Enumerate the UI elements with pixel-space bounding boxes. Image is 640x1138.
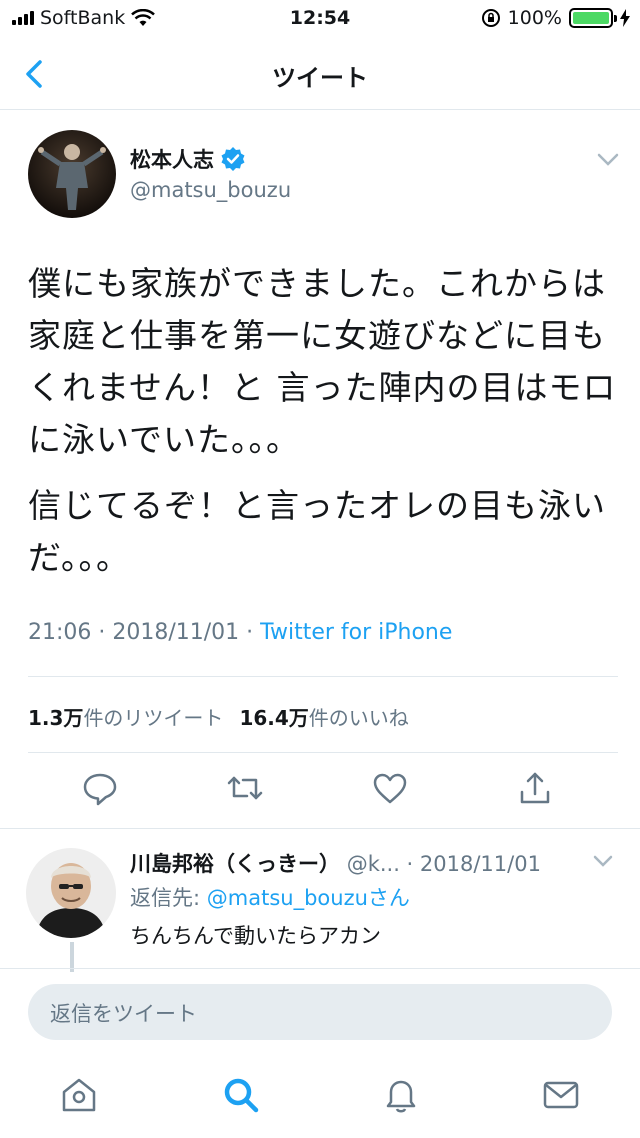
charging-bolt-icon bbox=[620, 9, 630, 27]
like-label: 件のいいね bbox=[308, 706, 409, 730]
messages-icon bbox=[543, 1081, 579, 1109]
reply-icon bbox=[83, 773, 117, 806]
author-name-row: 松本人志 bbox=[130, 144, 246, 174]
battery-percent: 100% bbox=[507, 7, 562, 29]
retweet-count: 1.3万 bbox=[28, 706, 84, 730]
retweet-button[interactable] bbox=[225, 768, 265, 808]
notifications-icon bbox=[386, 1080, 416, 1113]
tweet-actions bbox=[0, 768, 640, 816]
like-button[interactable] bbox=[370, 768, 410, 808]
divider bbox=[28, 752, 618, 753]
retweet-stat[interactable]: 1.3万件のリツイート bbox=[28, 702, 223, 731]
reply-avatar[interactable] bbox=[26, 848, 116, 938]
section-divider bbox=[0, 828, 640, 829]
retweet-icon bbox=[227, 776, 263, 800]
like-stat[interactable]: 16.4万件のいいね bbox=[239, 702, 408, 731]
reply-button[interactable] bbox=[80, 768, 120, 808]
reply-to-line: 返信先: @matsu_bouzuさん bbox=[130, 882, 410, 912]
tweet-header: 松本人志 @matsu_bouzu bbox=[28, 130, 620, 220]
heart-icon bbox=[373, 773, 407, 804]
battery-icon bbox=[569, 8, 617, 28]
battery-fill bbox=[573, 12, 609, 24]
reply-header: 川島邦裕（くっきー） @k... · 2018/11/01 bbox=[130, 848, 580, 878]
status-right: 100% bbox=[481, 7, 630, 29]
tab-notifications[interactable] bbox=[380, 1074, 422, 1116]
share-icon bbox=[520, 772, 550, 804]
chevron-down-icon[interactable] bbox=[596, 152, 620, 168]
like-count: 16.4万 bbox=[239, 706, 309, 730]
author-handle[interactable]: @matsu_bouzu bbox=[130, 178, 291, 202]
divider bbox=[0, 968, 640, 969]
reply-composer-input[interactable]: 返信をツイート bbox=[28, 984, 612, 1040]
chevron-down-icon[interactable] bbox=[592, 854, 614, 868]
retweet-label: 件のリツイート bbox=[83, 706, 224, 730]
rotation-lock-icon bbox=[481, 9, 500, 27]
reply-text: ちんちんで動いたらアカン bbox=[130, 924, 381, 948]
tweet-meta: 21:06 · 2018/11/01 · Twitter for iPhone bbox=[28, 620, 452, 645]
tweet-paragraph: 信じてるぞ！と言ったオレの目も泳いだ。。。 bbox=[28, 486, 606, 577]
home-icon bbox=[62, 1078, 96, 1112]
reply-author-handle[interactable]: @k... bbox=[347, 852, 400, 876]
reply-tweet[interactable]: 川島邦裕（くっきー） @k... · 2018/11/01 返信先: @mats… bbox=[0, 840, 640, 972]
tweet-text: 僕にも家族ができました。これからは家庭と仕事を第一に女遊びなどに目もくれません！… bbox=[28, 258, 618, 598]
tweet-source-link[interactable]: Twitter for iPhone bbox=[260, 620, 452, 645]
reply-to-prefix: 返信先: bbox=[130, 886, 207, 910]
reply-author-name[interactable]: 川島邦裕（くっきー） bbox=[130, 852, 340, 876]
tweet-timestamp: 21:06 · 2018/11/01 · bbox=[28, 620, 261, 645]
share-button[interactable] bbox=[515, 768, 555, 808]
divider bbox=[28, 676, 618, 677]
tweet-paragraph: 僕にも家族ができました。これからは家庭と仕事を第一に女遊びなどに目もくれません！… bbox=[28, 264, 617, 459]
nav-bar: ツイート bbox=[0, 38, 640, 110]
tab-search[interactable] bbox=[220, 1074, 262, 1116]
search-icon bbox=[224, 1078, 259, 1113]
verified-badge-icon bbox=[221, 147, 245, 171]
reply-date: · 2018/11/01 bbox=[399, 852, 541, 876]
page-title: ツイート bbox=[272, 64, 368, 92]
avatar[interactable] bbox=[28, 130, 116, 218]
status-bar: SoftBank 12:54 100% bbox=[0, 0, 640, 38]
tab-bar bbox=[0, 1068, 640, 1128]
tweet-stats: 1.3万件のリツイート 16.4万件のいいね bbox=[28, 702, 409, 731]
tab-messages[interactable] bbox=[540, 1074, 582, 1116]
tab-home[interactable] bbox=[58, 1074, 100, 1116]
author-name[interactable]: 松本人志 bbox=[130, 144, 214, 174]
reply-to-mention[interactable]: @matsu_bouzuさん bbox=[207, 886, 410, 910]
